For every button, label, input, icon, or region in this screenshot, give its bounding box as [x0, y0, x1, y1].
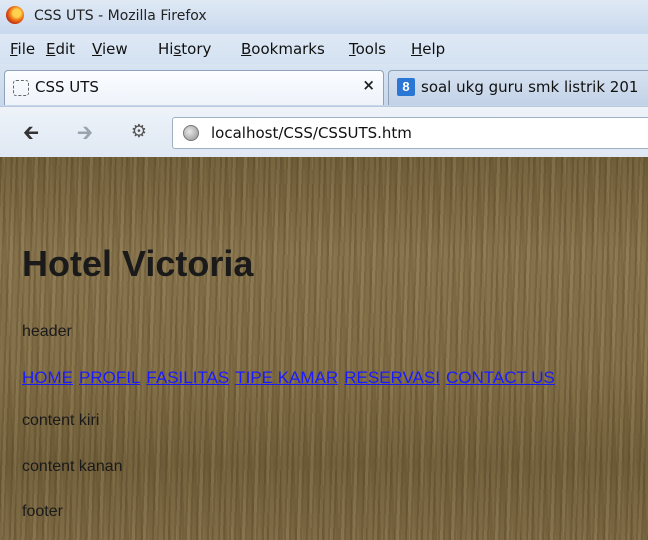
- firefox-logo-icon: [6, 6, 24, 24]
- page-title: Hotel Victoria: [22, 243, 254, 284]
- window-title: CSS UTS - Mozilla Firefox: [34, 8, 207, 24]
- nav-link-home[interactable]: HOME: [22, 368, 73, 387]
- back-arrow-icon[interactable]: 🡰: [20, 121, 42, 143]
- google-icon: 8: [397, 78, 415, 96]
- header-text: header: [22, 323, 72, 340]
- content-left-text: content kiri: [22, 412, 100, 429]
- menu-view[interactable]: View: [92, 40, 128, 58]
- tab-strip: CSS UTS × 8 soal ukg guru smk listrik 20…: [0, 64, 648, 106]
- close-tab-icon[interactable]: ×: [362, 76, 375, 94]
- globe-icon: [183, 125, 199, 141]
- blank-page-icon: [13, 80, 29, 96]
- settings-icon[interactable]: ⚙: [128, 121, 150, 143]
- tab-label: soal ukg guru smk listrik 201: [421, 78, 639, 96]
- nav-link-fasilitas[interactable]: FASILITAS: [146, 368, 229, 387]
- nav-link-reservasi[interactable]: RESERVASI: [344, 368, 440, 387]
- window-titlebar: CSS UTS - Mozilla Firefox: [0, 0, 648, 34]
- tab-css-uts[interactable]: CSS UTS ×: [4, 70, 384, 105]
- navigation-toolbar: 🡰 🡲 ⚙ localhost/CSS/CSSUTS.htm: [0, 106, 648, 157]
- nav-link-profil[interactable]: PROFIL: [79, 368, 140, 387]
- address-bar[interactable]: localhost/CSS/CSSUTS.htm: [172, 117, 648, 149]
- menu-tools[interactable]: Tools: [349, 40, 386, 58]
- site-nav: HOME PROFIL FASILITAS TIPE KAMAR RESERVASI CO…: [22, 368, 561, 388]
- menu-bookmarks[interactable]: Bookmarks: [241, 40, 325, 58]
- forward-arrow-icon[interactable]: 🡲: [74, 121, 96, 143]
- tab-label: CSS UTS: [35, 78, 99, 96]
- page-content: Hotel Victoria header HOME PROFIL FASILITA…: [0, 157, 648, 540]
- menu-bar: File Edit View History Bookmarks Tools H…: [0, 34, 648, 64]
- url-text[interactable]: localhost/CSS/CSSUTS.htm: [211, 124, 412, 142]
- menu-history[interactable]: History: [158, 40, 211, 58]
- footer-text: footer: [22, 503, 63, 520]
- nav-link-tipe-kamar[interactable]: TIPE KAMAR: [235, 368, 338, 387]
- tab-soal-ukg[interactable]: 8 soal ukg guru smk listrik 201: [388, 70, 648, 105]
- content-right-text: content kanan: [22, 458, 123, 475]
- menu-help[interactable]: Help: [411, 40, 445, 58]
- nav-link-contact-us[interactable]: CONTACT US: [446, 368, 555, 387]
- menu-file[interactable]: File: [10, 40, 35, 58]
- menu-edit[interactable]: Edit: [46, 40, 75, 58]
